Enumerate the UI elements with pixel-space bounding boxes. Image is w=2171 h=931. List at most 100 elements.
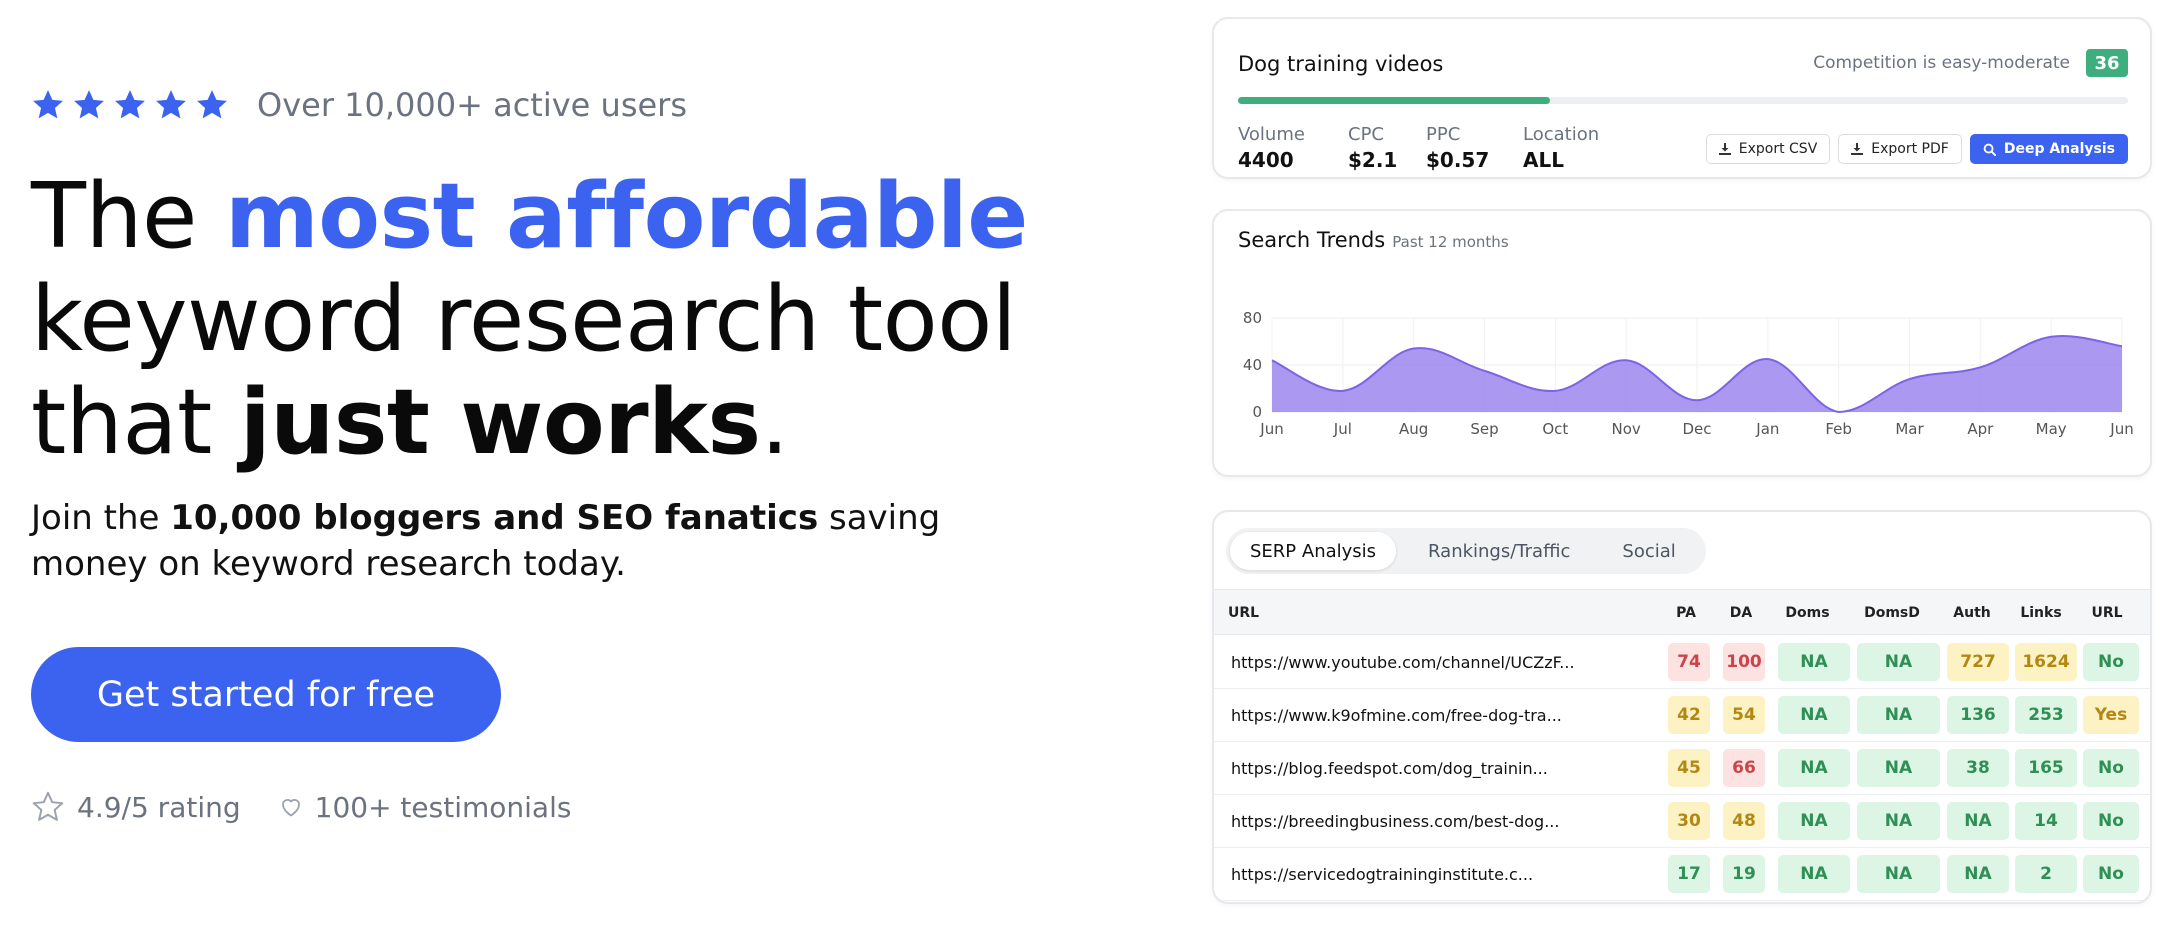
download-icon: [1851, 143, 1864, 155]
table-row: https://blog.feedspot.com/dog_trainin...…: [1214, 742, 2150, 795]
metric-value: $2.1: [1348, 148, 1398, 172]
serp-tab-bar: SERP Analysis Rankings/Traffic Social: [1226, 528, 1706, 574]
metric-badge-url-flag: No: [2083, 802, 2139, 840]
metric-badge-doms: NA: [1778, 643, 1850, 681]
rating-summary: 4.9/5 rating: [31, 790, 241, 824]
serp-url[interactable]: https://www.k9ofmine.com/free-dog-tra...: [1231, 689, 1562, 742]
metric-badge-domsd: NA: [1857, 696, 1940, 734]
tab-social[interactable]: Social: [1602, 532, 1695, 570]
x-tick-label: Mar: [1895, 420, 1924, 438]
competition-progress-fill: [1238, 97, 1550, 104]
metric-badge-pa: 74: [1668, 643, 1710, 681]
metric-badge-links: 14: [2015, 802, 2077, 840]
tab-serp-analysis[interactable]: SERP Analysis: [1230, 532, 1397, 570]
table-row: https://breedingbusiness.com/best-dog...…: [1214, 795, 2150, 848]
x-tick-label: Dec: [1682, 420, 1711, 438]
metric-badge-domsd: NA: [1857, 855, 1940, 893]
metric-badge-links: 253: [2015, 696, 2077, 734]
metric-value: ALL: [1523, 148, 1564, 172]
metric-badge-pa: 17: [1668, 855, 1710, 893]
x-tick-label: Jan: [1755, 420, 1779, 438]
column-header-da: DA: [1729, 605, 1753, 621]
y-tick-label: 0: [1252, 403, 1262, 421]
headline-line2: keyword research tool: [31, 267, 1017, 372]
headline-accent: most affordable: [225, 164, 1028, 269]
metric-volume: Volume 4400: [1238, 124, 1305, 172]
page-headline: The most affordable keyword research too…: [31, 165, 1028, 474]
star-icon: [33, 90, 63, 119]
x-tick-label: Feb: [1825, 420, 1852, 438]
serp-analysis-card: SERP Analysis Rankings/Traffic Social UR…: [1212, 510, 2152, 904]
column-header-auth: Auth: [1953, 605, 1991, 621]
x-tick-label: Aug: [1399, 420, 1428, 438]
competition-indicator: Competition is easy-moderate 36: [1813, 49, 2128, 77]
metric-badge-links: 1624: [2015, 643, 2077, 681]
export-pdf-label: Export PDF: [1871, 141, 1949, 157]
keyword-summary-card: Dog training videos Competition is easy-…: [1212, 17, 2152, 179]
x-tick-label: Jun: [1259, 420, 1283, 438]
x-tick-label: Jun: [2109, 420, 2133, 438]
x-tick-label: Sep: [1470, 420, 1498, 438]
testimonials-summary: 100+ testimonials: [279, 790, 572, 824]
metric-badge-doms: NA: [1778, 855, 1850, 893]
star-icon: [74, 90, 104, 119]
deep-analysis-button[interactable]: Deep Analysis: [1969, 134, 2128, 164]
metric-badge-da: 19: [1723, 855, 1765, 893]
headline-line3-plain: that: [31, 370, 240, 475]
metric-label: Location: [1523, 124, 1600, 145]
get-started-button[interactable]: Get started for free: [31, 647, 501, 742]
x-tick-label: May: [2036, 420, 2067, 438]
metric-badge-url-flag: No: [2083, 855, 2139, 893]
metric-badge-auth: NA: [1947, 855, 2009, 893]
serp-url[interactable]: https://blog.feedspot.com/dog_trainin...: [1231, 742, 1548, 795]
headline-line3: that just works.: [31, 370, 789, 475]
star-icon: [197, 90, 227, 119]
column-header-url: URL: [1228, 605, 1260, 621]
star-icon: [156, 90, 186, 119]
serp-url[interactable]: https://servicedogtraininginstitute.c...: [1231, 848, 1533, 901]
metric-badge-auth: NA: [1947, 802, 2009, 840]
headline-line1-plain: The: [31, 164, 225, 269]
competition-score-badge: 36: [2086, 49, 2128, 77]
tab-rankings-traffic[interactable]: Rankings/Traffic: [1408, 532, 1590, 570]
rating-text: 4.9/5 rating: [77, 790, 241, 824]
metric-badge-doms: NA: [1778, 802, 1850, 840]
export-pdf-button[interactable]: Export PDF: [1838, 134, 1962, 164]
download-icon: [1718, 143, 1731, 155]
export-csv-button[interactable]: Export CSV: [1705, 134, 1831, 164]
serp-url[interactable]: https://breedingbusiness.com/best-dog...: [1231, 795, 1559, 848]
table-header: URL PA DA Doms DomsD Auth Links URL: [1214, 589, 2150, 635]
table-row: https://servicedogtraininginstitute.c...…: [1214, 848, 2150, 901]
competition-progress-bar: [1238, 97, 2128, 104]
active-users-text: Over 10,000+ active users: [257, 86, 687, 124]
competition-text: Competition is easy-moderate: [1813, 53, 2070, 73]
metric-badge-url-flag: No: [2083, 749, 2139, 787]
metric-badge-da: 100: [1723, 643, 1765, 681]
user-rating-row: Over 10,000+ active users: [31, 86, 687, 124]
serp-url[interactable]: https://www.youtube.com/channel/UCZzF...: [1231, 636, 1575, 689]
metric-badge-domsd: NA: [1857, 802, 1940, 840]
metric-value: 4400: [1238, 148, 1294, 172]
metric-badge-auth: 136: [1947, 696, 2009, 734]
metric-badge-doms: NA: [1778, 696, 1850, 734]
metric-value: $0.57: [1426, 148, 1490, 172]
metric-badge-auth: 727: [1947, 643, 2009, 681]
export-csv-label: Export CSV: [1738, 141, 1818, 157]
metric-badge-da: 48: [1723, 802, 1765, 840]
metric-badge-da: 66: [1723, 749, 1765, 787]
metric-badge-links: 2: [2015, 855, 2077, 893]
star-rating: [31, 88, 229, 122]
column-header-url-flag: URL: [2091, 605, 2123, 621]
table-row: https://www.youtube.com/channel/UCZzF...…: [1214, 636, 2150, 689]
testimonials-text: 100+ testimonials: [314, 790, 572, 824]
search-trends-chart: 0 40 80 Jun Jul Aug Sep Oct Nov Dec Jan Feb Mar Apr Ma…: [1243, 309, 2134, 438]
metric-location: Location ALL: [1523, 124, 1599, 172]
metric-badge-url-flag: Yes: [2083, 696, 2139, 734]
metric-badge-pa: 30: [1668, 802, 1710, 840]
y-tick-label: 40: [1243, 356, 1262, 374]
column-header-doms: Doms: [1785, 605, 1830, 621]
metric-cpc: CPC $2.1: [1348, 124, 1397, 172]
hero-subheading: Join the 10,000 bloggers and SEO fanatic…: [31, 495, 1011, 587]
metric-badge-auth: 38: [1947, 749, 2009, 787]
star-icon: [115, 90, 145, 119]
